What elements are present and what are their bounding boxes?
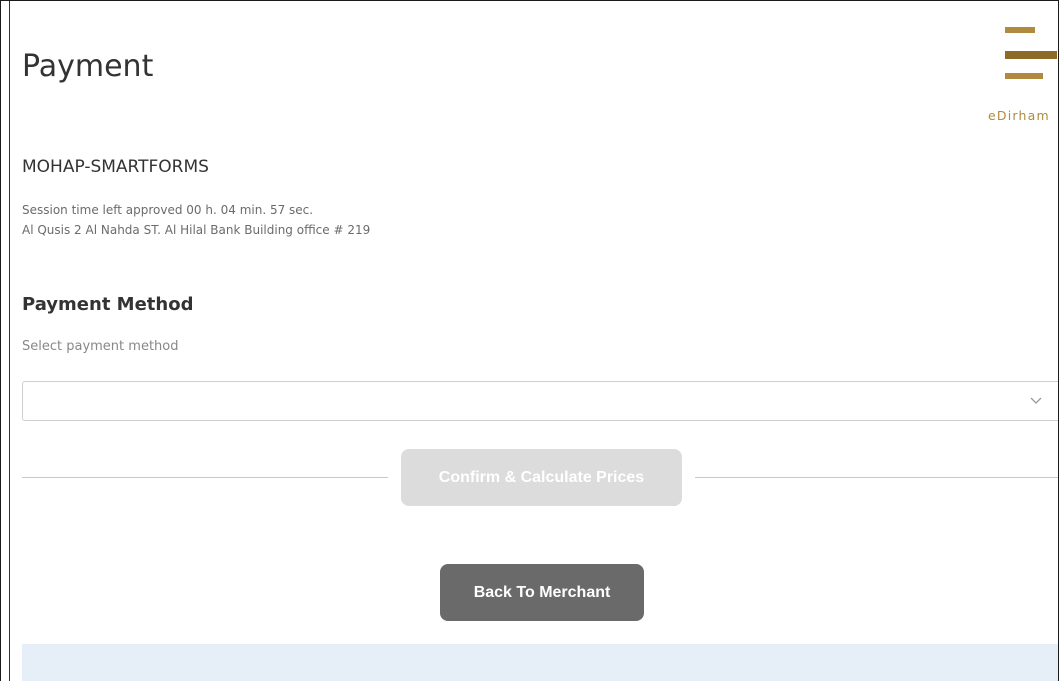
page-title: Payment (22, 49, 154, 84)
confirm-calculate-prices-button[interactable]: Confirm & Calculate Prices (401, 449, 682, 506)
payment-method-label: Select payment method (22, 339, 179, 354)
chevron-down-icon (1030, 397, 1042, 404)
footer-band (22, 644, 1058, 681)
payment-method-select[interactable] (22, 381, 1058, 421)
divider-right (695, 477, 1058, 478)
payment-page: Payment eDirham MOHAP-SMARTFORMS Session… (0, 0, 1059, 681)
session-timer: Session time left approved 00 h. 04 min.… (22, 203, 314, 217)
payment-method-title: Payment Method (22, 294, 194, 315)
merchant-name: MOHAP-SMARTFORMS (22, 157, 209, 177)
divider-left (22, 477, 388, 478)
left-border (9, 1, 10, 681)
merchant-address: Al Qusis 2 Al Nahda ST. Al Hilal Bank Bu… (22, 223, 371, 237)
logo-text: eDirham (988, 108, 1050, 123)
back-to-merchant-button[interactable]: Back To Merchant (440, 564, 644, 621)
